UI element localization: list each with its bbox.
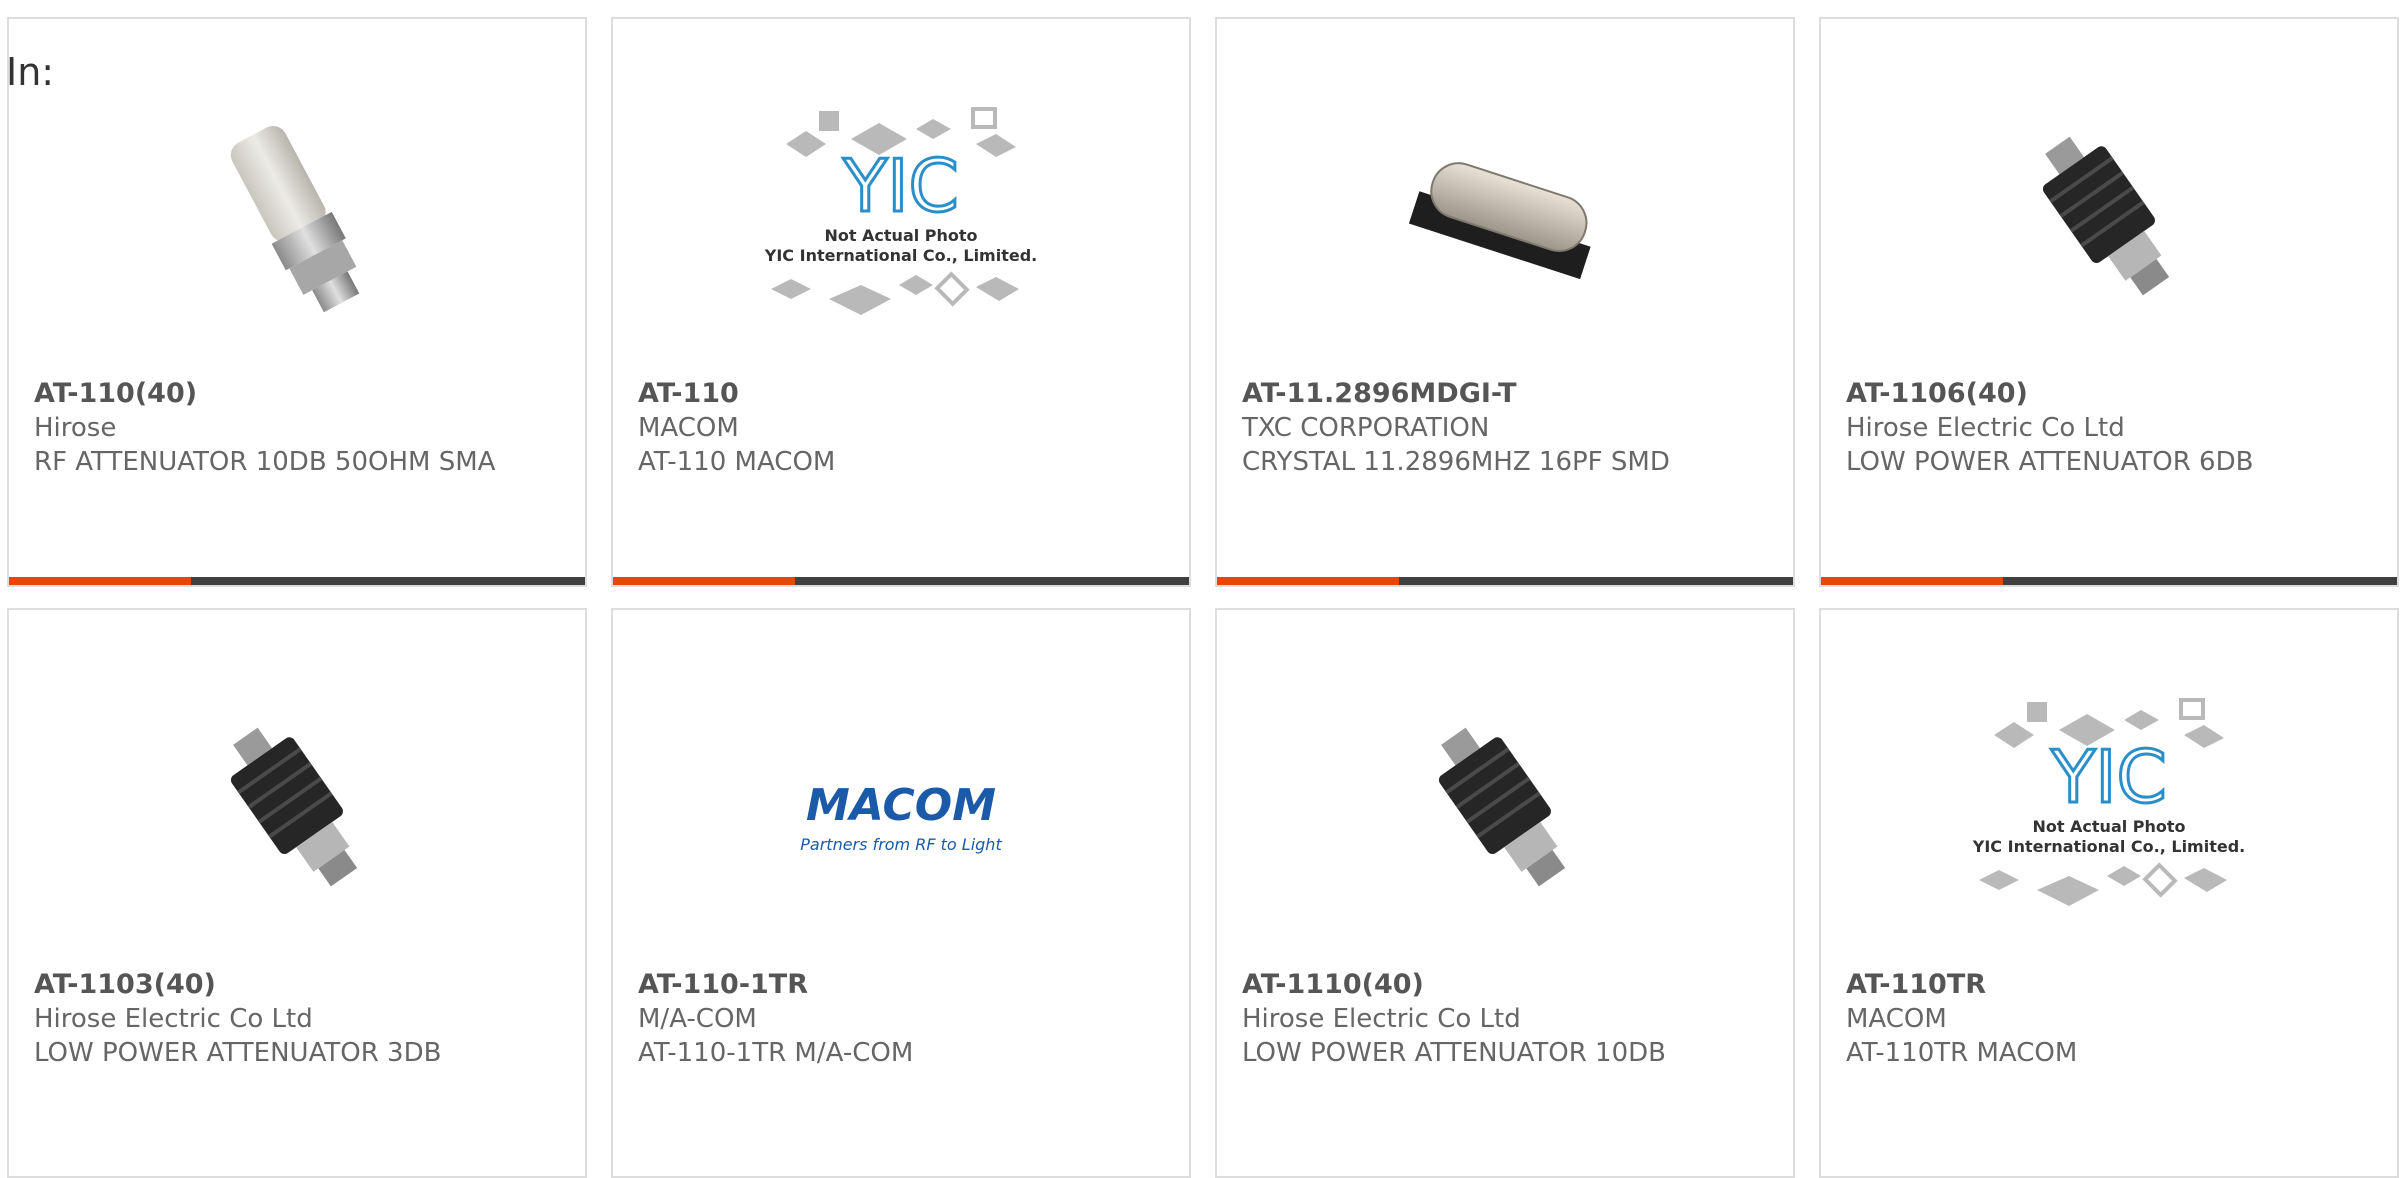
product-image bbox=[1365, 89, 1645, 349]
yic-placeholder-icon: YIC Not Actual Photo YIC International C… bbox=[764, 107, 1037, 315]
card-bar bbox=[9, 577, 585, 585]
product-card[interactable]: AT-11.2896MDGI-T TXC CORPORATION CRYSTAL… bbox=[1215, 17, 1795, 587]
product-image bbox=[1969, 89, 2249, 349]
product-card[interactable]: AT-110(40) Hirose RF ATTENUATOR 10DB 50O… bbox=[7, 17, 587, 587]
manufacturer: Hirose Electric Co Ltd bbox=[34, 1004, 313, 1034]
product-card[interactable]: MACOM Partners from RF to Light AT-110-1… bbox=[611, 608, 1191, 1178]
svg-text:YIC International Co., Limited: YIC International Co., Limited. bbox=[1972, 837, 2245, 856]
part-number[interactable]: AT-110(40) bbox=[34, 377, 565, 411]
card-bar bbox=[1821, 577, 2397, 585]
description: LOW POWER ATTENUATOR 10DB bbox=[1242, 1038, 1666, 1068]
svg-text:Not Actual Photo: Not Actual Photo bbox=[2032, 817, 2185, 836]
card-bar-accent bbox=[1821, 577, 2003, 585]
manufacturer: MACOM bbox=[1846, 1004, 1947, 1034]
description: AT-110TR MACOM bbox=[1846, 1038, 2078, 1068]
product-image bbox=[1365, 680, 1645, 940]
part-number[interactable]: AT-110 bbox=[638, 377, 1169, 411]
sma-attenuator-icon bbox=[230, 125, 360, 313]
product-image: YIC Not Actual Photo YIC International C… bbox=[761, 89, 1041, 349]
black-attenuator-icon bbox=[230, 727, 358, 887]
description: RF ATTENUATOR 10DB 50OHM SMA bbox=[34, 447, 496, 477]
part-number[interactable]: AT-1106(40) bbox=[1846, 377, 2377, 411]
product-image: YIC Not Actual Photo YIC International C… bbox=[1969, 680, 2249, 940]
product-card[interactable]: YIC Not Actual Photo YIC International C… bbox=[611, 17, 1191, 587]
part-number[interactable]: AT-110-1TR bbox=[638, 968, 1169, 1002]
yic-placeholder-icon: YIC Not Actual Photo YIC International C… bbox=[1972, 698, 2245, 906]
svg-text:YIC International Co., Limited: YIC International Co., Limited. bbox=[764, 246, 1037, 265]
svg-text:Not Actual Photo: Not Actual Photo bbox=[824, 226, 977, 245]
manufacturer: Hirose Electric Co Ltd bbox=[1846, 413, 2125, 443]
svg-text:Partners from RF to Light: Partners from RF to Light bbox=[800, 835, 1002, 854]
macom-logo-icon: MACOM Partners from RF to Light bbox=[800, 780, 1002, 854]
product-image bbox=[157, 89, 437, 349]
product-card[interactable]: AT-1106(40) Hirose Electric Co Ltd LOW P… bbox=[1819, 17, 2399, 587]
product-grid: AT-110(40) Hirose RF ATTENUATOR 10DB 50O… bbox=[0, 0, 2400, 1178]
description: LOW POWER ATTENUATOR 6DB bbox=[1846, 447, 2254, 477]
card-bar bbox=[613, 577, 1189, 585]
product-card[interactable]: AT-1103(40) Hirose Electric Co Ltd LOW P… bbox=[7, 608, 587, 1178]
svg-text:YIC: YIC bbox=[842, 144, 959, 228]
manufacturer: Hirose bbox=[34, 413, 117, 443]
black-attenuator-icon bbox=[1438, 727, 1566, 887]
manufacturer: TXC CORPORATION bbox=[1242, 413, 1490, 443]
product-card[interactable]: YIC Not Actual Photo YIC International C… bbox=[1819, 608, 2399, 1178]
product-image: MACOM Partners from RF to Light bbox=[761, 680, 1041, 940]
card-bar bbox=[1217, 577, 1793, 585]
card-bar-accent bbox=[9, 577, 191, 585]
card-bar-accent bbox=[1217, 577, 1399, 585]
part-number[interactable]: AT-1110(40) bbox=[1242, 968, 1773, 1002]
part-number[interactable]: AT-11.2896MDGI-T bbox=[1242, 377, 1773, 411]
manufacturer: MACOM bbox=[638, 413, 739, 443]
description: CRYSTAL 11.2896MHZ 16PF SMD bbox=[1242, 447, 1670, 477]
description: LOW POWER ATTENUATOR 3DB bbox=[34, 1038, 442, 1068]
svg-text:YIC: YIC bbox=[2050, 735, 2167, 819]
product-card[interactable]: AT-1110(40) Hirose Electric Co Ltd LOW P… bbox=[1215, 608, 1795, 1178]
manufacturer: M/A-COM bbox=[638, 1004, 757, 1034]
description: AT-110 MACOM bbox=[638, 447, 836, 477]
manufacturer: Hirose Electric Co Ltd bbox=[1242, 1004, 1521, 1034]
black-attenuator-icon bbox=[2042, 136, 2170, 296]
product-image bbox=[157, 680, 437, 940]
description: AT-110-1TR M/A-COM bbox=[638, 1038, 914, 1068]
crystal-icon bbox=[1408, 162, 1591, 280]
card-bar-accent bbox=[613, 577, 795, 585]
in-label: In: bbox=[6, 50, 55, 94]
part-number[interactable]: AT-110TR bbox=[1846, 968, 2377, 1002]
part-number[interactable]: AT-1103(40) bbox=[34, 968, 565, 1002]
svg-text:MACOM: MACOM bbox=[806, 780, 996, 831]
